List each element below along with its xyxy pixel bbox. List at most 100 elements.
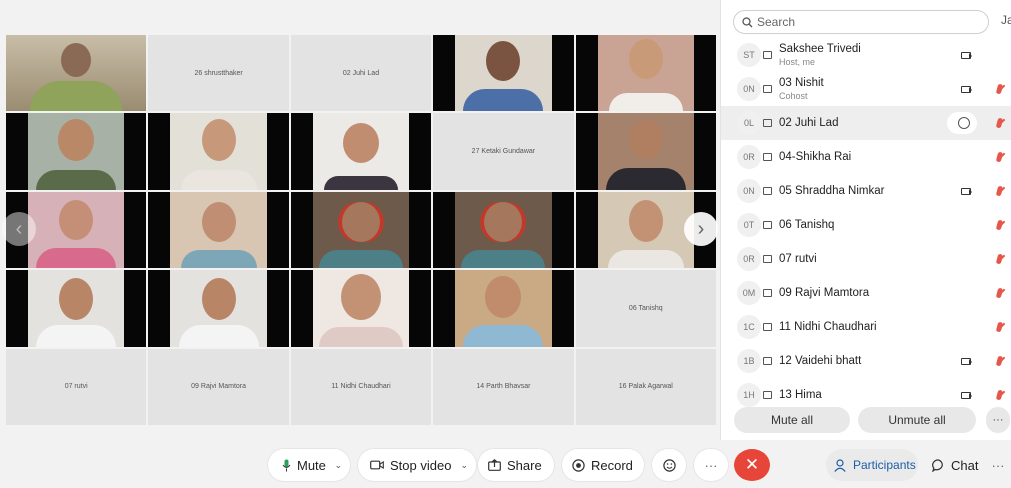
video-tile-empty[interactable]: 16 Palak Agarwal: [575, 348, 716, 425]
share-label: Share: [507, 457, 542, 473]
muted-microphone-icon[interactable]: [995, 287, 1004, 299]
video-tile[interactable]: [148, 191, 289, 269]
tile-name: 06 Tanishq: [628, 304, 663, 312]
chevron-down-icon[interactable]: ⌄: [460, 460, 468, 471]
participant-row[interactable]: 1B 12 Vaidehi bhatt: [721, 344, 1011, 378]
video-tile[interactable]: [6, 113, 147, 190]
device-icon: [763, 187, 772, 195]
chat-button[interactable]: Chat: [924, 449, 982, 481]
tile-name: 26 shrustthaker: [194, 69, 243, 77]
unmute-all-button[interactable]: Unmute all: [858, 407, 976, 433]
video-tile-empty[interactable]: 09 Rajvi Mamtora: [148, 348, 289, 425]
reactions-button[interactable]: [652, 449, 686, 481]
participant-name: 11 Nidhi Chaudhari: [779, 321, 877, 333]
participant-row[interactable]: 0N 03 Nishit Cohost: [721, 72, 1011, 106]
video-tile[interactable]: [6, 270, 147, 347]
video-tile[interactable]: [290, 270, 432, 347]
device-icon: [763, 221, 772, 229]
participant-name: 03 Nishit: [779, 77, 824, 89]
stop-video-button[interactable]: Stop video ⌄: [358, 449, 476, 481]
panel-more-button[interactable]: ···: [986, 407, 1010, 433]
share-icon: [488, 459, 501, 471]
muted-microphone-icon[interactable]: [995, 151, 1004, 163]
muted-microphone-icon[interactable]: [995, 219, 1004, 231]
video-tile-empty[interactable]: 07 rutvi: [6, 348, 147, 425]
device-icon: [763, 289, 772, 297]
video-tile[interactable]: [575, 113, 716, 190]
video-grid: 26 shrustthaker 02 Juhi Lad 27 Ketaki Gu…: [6, 35, 716, 425]
muted-microphone-icon[interactable]: [995, 389, 1004, 401]
share-button[interactable]: Share: [478, 449, 554, 481]
previous-page-arrow-icon[interactable]: ‹: [2, 212, 36, 246]
video-camera-icon: [961, 357, 972, 365]
close-icon: ✕: [744, 455, 760, 474]
video-tile[interactable]: [575, 35, 716, 112]
video-tile-empty[interactable]: 27 Ketaki Gundawar: [433, 113, 574, 190]
device-icon: [763, 153, 772, 161]
device-icon: [763, 51, 772, 59]
video-tile[interactable]: [433, 191, 574, 269]
video-camera-icon: [961, 187, 972, 195]
participant-name: 06 Tanishq: [779, 219, 835, 231]
search-input[interactable]: Search: [733, 10, 989, 34]
participant-row[interactable]: 0N 05 Shraddha Nimkar: [721, 174, 1011, 208]
participant-name: 02 Juhi Lad: [779, 117, 839, 129]
video-tile-empty[interactable]: 26 shrustthaker: [148, 35, 289, 112]
avatar: 1H: [737, 383, 761, 407]
video-tile-empty[interactable]: 11 Nidhi Chaudhari: [290, 348, 432, 425]
tile-name: 27 Ketaki Gundawar: [471, 148, 536, 156]
participant-row[interactable]: 0R 04-Shikha Rai: [721, 140, 1011, 174]
end-call-button[interactable]: ✕: [734, 449, 770, 481]
participant-role: Cohost: [779, 91, 808, 101]
avatar: 0N: [737, 179, 761, 203]
avatar: 1B: [737, 349, 761, 373]
participant-name: 07 rutvi: [779, 253, 817, 265]
muted-microphone-icon[interactable]: [995, 355, 1004, 367]
tile-name: 11 Nidhi Chaudhari: [331, 383, 391, 391]
avatar: 1C: [737, 315, 761, 339]
participants-panel: Search Ja ST Sakshee Trivedi Host, me 0N 03 …: [720, 0, 1011, 440]
device-icon: [763, 119, 772, 127]
record-label: Record: [591, 457, 633, 473]
participant-row[interactable]: 0M 09 Rajvi Mamtora: [721, 276, 1011, 310]
video-tile[interactable]: [290, 113, 432, 190]
tile-name: 09 Rajvi Mamtora: [191, 383, 247, 391]
device-icon: [763, 357, 772, 365]
video-tile[interactable]: [433, 35, 574, 112]
record-icon: [572, 458, 585, 472]
chevron-down-icon[interactable]: ⌄: [334, 460, 342, 471]
avatar: 0M: [737, 281, 761, 305]
avatar: ST: [737, 43, 761, 67]
video-tile[interactable]: [433, 270, 574, 347]
participant-row[interactable]: 1C 11 Nidhi Chaudhari: [721, 310, 1011, 344]
video-tile[interactable]: [148, 270, 289, 347]
muted-microphone-icon[interactable]: [995, 185, 1004, 197]
video-tile[interactable]: [6, 35, 147, 112]
mute-button[interactable]: Mute ⌄: [268, 449, 350, 481]
avatar: 0L: [737, 111, 761, 135]
chat-bubble-icon: [958, 117, 970, 129]
microphone-icon: [282, 459, 291, 471]
video-tile[interactable]: [148, 113, 289, 190]
record-button[interactable]: Record: [562, 449, 644, 481]
video-tile-empty[interactable]: 14 Parth Bhavsar: [433, 348, 574, 425]
video-camera-icon: [961, 85, 972, 93]
participant-row[interactable]: 0T 06 Tanishq: [721, 208, 1011, 242]
muted-microphone-icon[interactable]: [995, 321, 1004, 333]
video-tile-empty[interactable]: 02 Juhi Lad: [290, 35, 432, 112]
participants-button[interactable]: Participants: [826, 449, 918, 481]
muted-microphone-icon[interactable]: [995, 83, 1004, 95]
video-tile[interactable]: [290, 191, 432, 269]
next-page-arrow-icon[interactable]: ›: [684, 212, 718, 246]
overflow-menu-button[interactable]: ···: [986, 449, 1010, 481]
muted-microphone-icon[interactable]: [995, 117, 1004, 129]
participant-row[interactable]: 0R 07 rutvi: [721, 242, 1011, 276]
video-camera-icon: [370, 460, 384, 470]
video-tile-empty[interactable]: 06 Tanishq: [575, 270, 716, 347]
participant-row[interactable]: ST Sakshee Trivedi Host, me: [721, 38, 1011, 72]
participant-row[interactable]: 0L 02 Juhi Lad: [721, 106, 1011, 140]
avatar: 0R: [737, 247, 761, 271]
muted-microphone-icon[interactable]: [995, 253, 1004, 265]
more-options-button[interactable]: ···: [694, 449, 728, 481]
mute-all-button[interactable]: Mute all: [734, 407, 850, 433]
